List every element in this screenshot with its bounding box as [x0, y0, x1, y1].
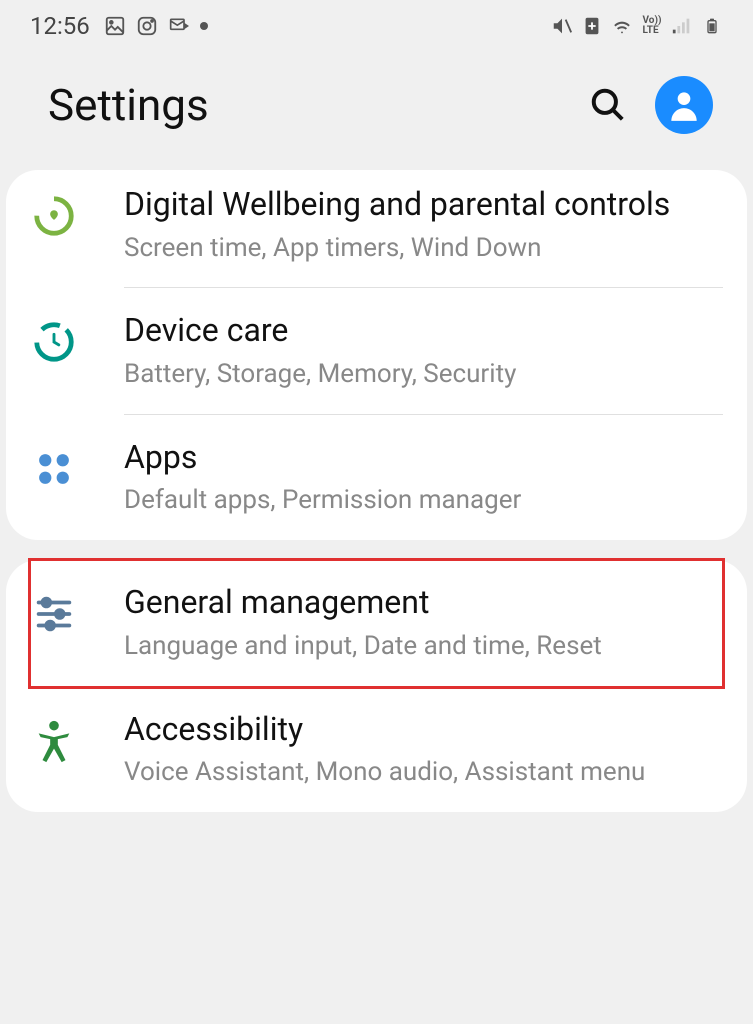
- item-subtitle: Language and input, Date and time, Reset: [124, 630, 723, 664]
- item-subtitle: Battery, Storage, Memory, Security: [124, 358, 723, 392]
- status-right: Vo))LTE: [551, 15, 723, 37]
- more-notifications-dot: [200, 22, 208, 30]
- signal-icon: [671, 15, 693, 37]
- item-content: Apps Default apps, Permission manager: [124, 437, 723, 518]
- sliders-icon: [30, 590, 78, 638]
- wellbeing-icon: [30, 192, 78, 240]
- search-icon[interactable]: [589, 86, 627, 124]
- wifi-icon: [611, 15, 633, 37]
- mail-icon: [168, 15, 190, 37]
- settings-item-device-care[interactable]: Device care Battery, Storage, Memory, Se…: [6, 288, 747, 413]
- item-content: Device care Battery, Storage, Memory, Se…: [124, 310, 723, 391]
- profile-avatar[interactable]: [655, 76, 713, 134]
- battery-icon: [701, 15, 723, 37]
- image-icon: [104, 15, 126, 37]
- item-subtitle: Voice Assistant, Mono audio, Assistant m…: [124, 756, 723, 790]
- mute-icon: [551, 15, 573, 37]
- settings-item-digital-wellbeing[interactable]: Digital Wellbeing and parental controls …: [6, 170, 747, 287]
- header: Settings: [0, 48, 753, 170]
- data-saver-icon: [581, 15, 603, 37]
- header-actions: [589, 76, 713, 134]
- item-title: Device care: [124, 310, 723, 352]
- status-left: 12:56: [30, 12, 208, 40]
- item-subtitle: Screen time, App timers, Wind Down: [124, 232, 723, 266]
- item-title: General management: [124, 582, 723, 624]
- item-title: Accessibility: [124, 709, 723, 751]
- accessibility-icon: [30, 717, 78, 765]
- item-title: Apps: [124, 437, 723, 479]
- settings-group-2: General management Language and input, D…: [6, 560, 747, 812]
- status-bar: 12:56 Vo))LTE: [0, 0, 753, 48]
- device-care-icon: [30, 318, 78, 366]
- item-title: Digital Wellbeing and parental controls: [124, 184, 723, 226]
- page-title: Settings: [48, 79, 209, 131]
- settings-item-accessibility[interactable]: Accessibility Voice Assistant, Mono audi…: [6, 687, 747, 812]
- status-time: 12:56: [30, 12, 90, 40]
- instagram-icon: [136, 15, 158, 37]
- item-content: General management Language and input, D…: [124, 582, 723, 663]
- settings-item-apps[interactable]: Apps Default apps, Permission manager: [6, 415, 747, 540]
- apps-icon: [30, 445, 78, 493]
- volte-icon: Vo))LTE: [641, 15, 663, 37]
- item-subtitle: Default apps, Permission manager: [124, 484, 723, 518]
- item-content: Accessibility Voice Assistant, Mono audi…: [124, 709, 723, 790]
- settings-group-1: Digital Wellbeing and parental controls …: [6, 170, 747, 540]
- item-content: Digital Wellbeing and parental controls …: [124, 184, 723, 265]
- settings-item-general-management[interactable]: General management Language and input, D…: [6, 560, 747, 685]
